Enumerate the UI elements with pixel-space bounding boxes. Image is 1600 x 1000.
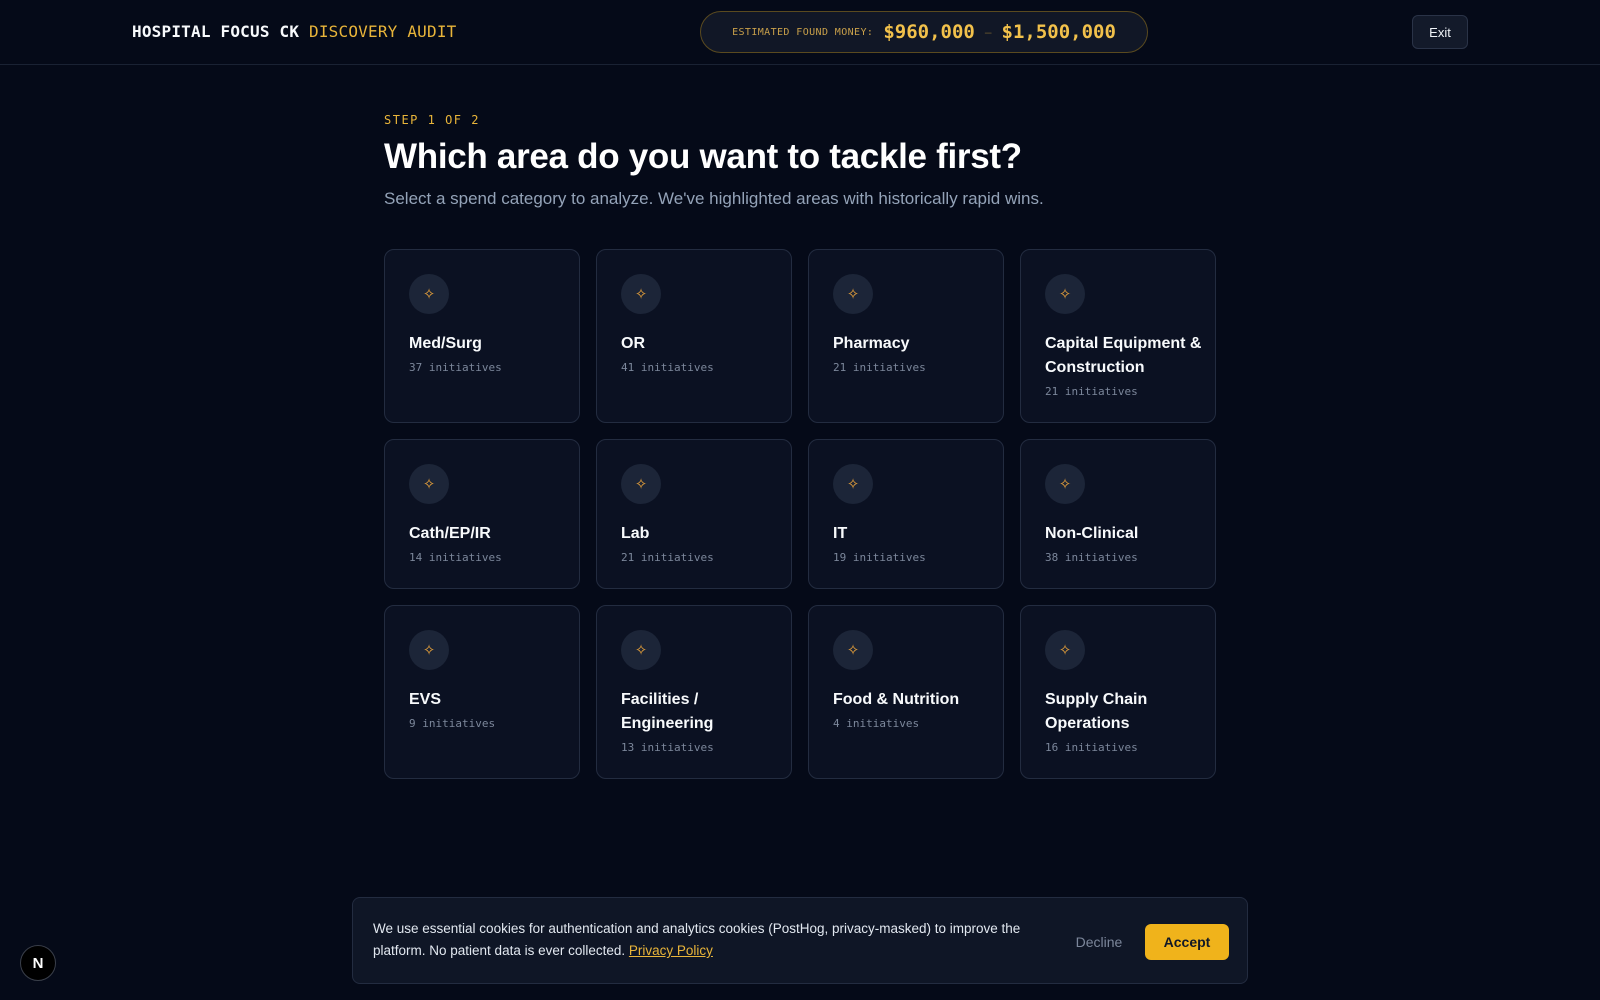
- category-count: 9 initiatives: [409, 717, 496, 730]
- category-name: OR 41 initiatives: [621, 332, 781, 376]
- sparkle-icon: ✧: [833, 464, 873, 504]
- exit-button[interactable]: Exit: [1412, 15, 1468, 49]
- category-name: Pharmacy 21 initiatives: [833, 332, 993, 376]
- decline-button[interactable]: Decline: [1061, 926, 1137, 958]
- accept-button[interactable]: Accept: [1145, 924, 1229, 960]
- category-count: 21 initiatives: [833, 361, 926, 374]
- sparkle-icon: ✧: [1045, 464, 1085, 504]
- brand-logo: HOSPITAL FOCUS CK DISCOVERY AUDIT: [132, 22, 457, 41]
- category-count: 13 initiatives: [621, 741, 714, 754]
- category-count: 21 initiatives: [1045, 385, 1138, 398]
- category-name: IT 19 initiatives: [833, 522, 993, 566]
- step-indicator: STEP 1 OF 2: [384, 113, 480, 127]
- category-name: Facilities / Engineering 13 initiatives: [621, 688, 781, 756]
- category-count: 41 initiatives: [621, 361, 714, 374]
- category-card-cath-ep-ir[interactable]: ✧ Cath/EP/IR 14 initiatives: [384, 439, 580, 589]
- category-count: 19 initiatives: [833, 551, 926, 564]
- cookie-message: We use essential cookies for authenticat…: [373, 921, 1021, 958]
- page-subtitle: Select a spend category to analyze. We'v…: [384, 189, 1044, 208]
- category-card-supply-chain-operations[interactable]: ✧ Supply Chain Operations 16 initiatives: [1020, 605, 1216, 779]
- money-low-value: $960,000: [883, 21, 975, 43]
- category-count: 14 initiatives: [409, 551, 502, 564]
- category-card-or[interactable]: ✧ OR 41 initiatives: [596, 249, 792, 423]
- category-card-lab[interactable]: ✧ Lab 21 initiatives: [596, 439, 792, 589]
- category-count: 38 initiatives: [1045, 551, 1138, 564]
- category-name: Non-Clinical 38 initiatives: [1045, 522, 1205, 566]
- category-card-evs[interactable]: ✧ EVS 9 initiatives: [384, 605, 580, 779]
- category-name: Capital Equipment & Construction 21 init…: [1045, 332, 1205, 400]
- category-count: 21 initiatives: [621, 551, 714, 564]
- sparkle-icon: ✧: [409, 464, 449, 504]
- main-content: STEP 1 OF 2 Which area do you want to ta…: [384, 113, 1224, 209]
- sparkle-icon: ✧: [409, 630, 449, 670]
- sparkle-icon: ✧: [833, 630, 873, 670]
- sparkle-icon: ✧: [621, 274, 661, 314]
- money-high-value: $1,500,000: [1001, 21, 1116, 43]
- category-name: Supply Chain Operations 16 initiatives: [1045, 688, 1205, 756]
- category-name: Cath/EP/IR 14 initiatives: [409, 522, 569, 566]
- sparkle-icon: ✧: [833, 274, 873, 314]
- money-label: ESTIMATED FOUND MONEY:: [732, 26, 874, 38]
- privacy-policy-link[interactable]: Privacy Policy: [629, 943, 713, 958]
- category-card-food-nutrition[interactable]: ✧ Food & Nutrition 4 initiatives: [808, 605, 1004, 779]
- sparkle-icon: ✧: [1045, 274, 1085, 314]
- category-card-it[interactable]: ✧ IT 19 initiatives: [808, 439, 1004, 589]
- category-card-non-clinical[interactable]: ✧ Non-Clinical 38 initiatives: [1020, 439, 1216, 589]
- sparkle-icon: ✧: [621, 464, 661, 504]
- sparkle-icon: ✧: [409, 274, 449, 314]
- money-separator: –: [984, 25, 992, 39]
- category-name: Lab 21 initiatives: [621, 522, 781, 566]
- estimated-money-badge: ESTIMATED FOUND MONEY: $960,000 – $1,500…: [700, 11, 1148, 53]
- category-card-capital-equipment[interactable]: ✧ Capital Equipment & Construction 21 in…: [1020, 249, 1216, 423]
- category-count: 16 initiatives: [1045, 741, 1138, 754]
- dev-tools-badge[interactable]: N: [20, 945, 56, 981]
- top-bar: HOSPITAL FOCUS CK DISCOVERY AUDIT ESTIMA…: [0, 0, 1600, 65]
- category-card-pharmacy[interactable]: ✧ Pharmacy 21 initiatives: [808, 249, 1004, 423]
- page-title: Which area do you want to tackle first?: [384, 137, 1022, 176]
- category-count: 37 initiatives: [409, 361, 502, 374]
- category-name: Med/Surg 37 initiatives: [409, 332, 569, 376]
- cookie-banner: We use essential cookies for authenticat…: [352, 897, 1248, 984]
- category-count: 4 initiatives: [833, 717, 920, 730]
- category-card-med-surg[interactable]: ✧ Med/Surg 37 initiatives: [384, 249, 580, 423]
- brand-name: HOSPITAL FOCUS CK: [132, 22, 300, 41]
- sparkle-icon: ✧: [621, 630, 661, 670]
- sparkle-icon: ✧: [1045, 630, 1085, 670]
- category-name: Food & Nutrition 4 initiatives: [833, 688, 993, 732]
- category-name: EVS 9 initiatives: [409, 688, 569, 732]
- brand-product: DISCOVERY AUDIT: [309, 22, 457, 41]
- category-card-facilities-engineering[interactable]: ✧ Facilities / Engineering 13 initiative…: [596, 605, 792, 779]
